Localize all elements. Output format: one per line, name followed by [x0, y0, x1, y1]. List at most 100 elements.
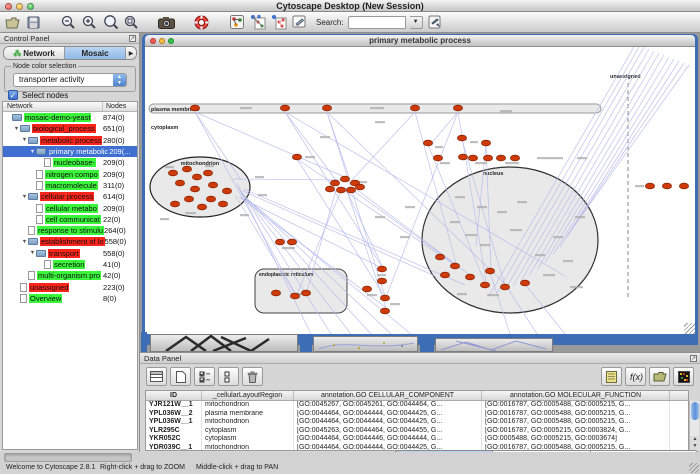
- background-window[interactable]: [150, 334, 298, 352]
- network-tree-row[interactable]: ▼biological_process651(0): [3, 123, 137, 134]
- network-node[interactable]: [190, 186, 199, 192]
- tree-expander-icon[interactable]: ▼: [13, 126, 20, 132]
- network-node[interactable]: [662, 183, 671, 189]
- network-node[interactable]: [336, 187, 345, 193]
- network-tree-row[interactable]: ▼cellular process614(0): [3, 191, 137, 202]
- select-nodes-checkbox[interactable]: ✓: [8, 90, 18, 100]
- network-node[interactable]: [362, 286, 371, 292]
- new-attribute-button[interactable]: [170, 367, 191, 386]
- table-row[interactable]: YPL036W__2plasma membrane[GO:0044464, GO…: [146, 410, 688, 419]
- network-node[interactable]: [440, 272, 449, 278]
- network-node[interactable]: [340, 176, 349, 182]
- network-view-titlebar[interactable]: primary metabolic process: [145, 35, 695, 47]
- tree-expander-icon[interactable]: ▼: [29, 250, 36, 256]
- import-attributes-button[interactable]: [649, 367, 670, 386]
- network-node[interactable]: [450, 263, 459, 269]
- vizmapper-button[interactable]: [228, 14, 245, 31]
- help-button[interactable]: [193, 14, 210, 31]
- network-node[interactable]: [290, 293, 299, 299]
- network-tree-row[interactable]: ▼primary metabolic209(...: [3, 146, 137, 157]
- background-window-edge[interactable]: [141, 332, 147, 352]
- network-node[interactable]: [325, 186, 334, 192]
- network-node[interactable]: [410, 105, 419, 111]
- table-row[interactable]: YKR052Ccytoplasm[GO:0044464, GO:0044446,…: [146, 435, 688, 444]
- new-network-selected-nodes-all-edges-button[interactable]: [249, 14, 266, 31]
- more-tabs-arrow[interactable]: ▶: [126, 47, 136, 59]
- float-panel-icon[interactable]: [690, 355, 697, 362]
- col-cellular-layout-region[interactable]: _cellularLayoutRegion: [202, 391, 294, 400]
- delete-attribute-button[interactable]: [242, 367, 263, 386]
- tab-network[interactable]: ⁂ Network: [4, 47, 65, 59]
- network-node[interactable]: [520, 280, 529, 286]
- network-tree-row[interactable]: secretion41(0): [3, 259, 137, 270]
- zoom-out-button[interactable]: [60, 14, 77, 31]
- background-window[interactable]: [435, 338, 553, 352]
- background-window[interactable]: [313, 336, 418, 352]
- network-node[interactable]: [496, 155, 505, 161]
- tree-expander-icon[interactable]: ▼: [21, 137, 28, 143]
- network-canvas[interactable]: plasma membranecytoplasmmitochondrionnuc…: [145, 47, 695, 334]
- background-window-edge[interactable]: [420, 338, 434, 352]
- col-go-molecular-function[interactable]: annotation.GO MOLECULAR_FUNCTION: [482, 391, 670, 400]
- network-node[interactable]: [182, 166, 191, 172]
- attribute-matrix-button[interactable]: [673, 367, 694, 386]
- search-configuration-button[interactable]: [427, 14, 444, 31]
- float-panel-icon[interactable]: [129, 35, 136, 42]
- network-node[interactable]: [280, 105, 289, 111]
- save-session-button[interactable]: [25, 14, 42, 31]
- unselect-attributes-button[interactable]: [218, 367, 239, 386]
- network-node[interactable]: [218, 201, 227, 207]
- network-node[interactable]: [197, 204, 206, 210]
- network-node[interactable]: [170, 201, 179, 207]
- open-session-button[interactable]: [4, 14, 21, 31]
- network-node[interactable]: [423, 140, 432, 146]
- network-node[interactable]: [192, 174, 201, 180]
- zoom-in-button[interactable]: [81, 14, 98, 31]
- network-node[interactable]: [287, 239, 296, 245]
- formula-builder-button[interactable]: f(x): [625, 367, 646, 386]
- search-input[interactable]: [348, 16, 406, 29]
- network-node[interactable]: [355, 184, 364, 190]
- network-node[interactable]: [465, 274, 474, 280]
- table-row[interactable]: YPL036W__1mitochondrion[GO:0044464, GO:0…: [146, 418, 688, 427]
- tree-col-nodes[interactable]: Nodes: [103, 102, 137, 111]
- network-tree-row[interactable]: nucleobase-209(0): [3, 157, 137, 168]
- network-tree-row[interactable]: ▼transport558(0): [3, 248, 137, 259]
- network-node[interactable]: [184, 196, 193, 202]
- network-node[interactable]: [168, 170, 177, 176]
- new-network-selected-nodes-selected-edges-button[interactable]: [270, 14, 287, 31]
- network-tree-row[interactable]: Overview8(0): [3, 293, 137, 304]
- network-node[interactable]: [206, 196, 215, 202]
- network-node[interactable]: [457, 135, 466, 141]
- network-node[interactable]: [510, 155, 519, 161]
- network-node[interactable]: [275, 239, 284, 245]
- network-tree-row[interactable]: cell communicat22(0): [3, 214, 137, 225]
- attribute-notes-button[interactable]: [601, 367, 622, 386]
- network-node[interactable]: [330, 180, 339, 186]
- network-node[interactable]: [377, 278, 386, 284]
- network-node[interactable]: [645, 183, 654, 189]
- tab-mosaic[interactable]: Mosaic: [65, 47, 126, 59]
- network-node[interactable]: [483, 155, 492, 161]
- network-node[interactable]: [435, 254, 444, 260]
- background-window-edge[interactable]: [300, 336, 312, 352]
- table-row[interactable]: YLR295Ccytoplasm[GO:0045263, GO:0044464,…: [146, 427, 688, 436]
- network-node[interactable]: [433, 155, 442, 161]
- network-node[interactable]: [458, 154, 467, 160]
- network-node[interactable]: [271, 290, 280, 296]
- frame-resize-grip[interactable]: [684, 323, 695, 334]
- network-node[interactable]: [322, 105, 331, 111]
- network-node[interactable]: [222, 188, 231, 194]
- table-scrollbar[interactable]: ▲▼: [689, 401, 699, 450]
- network-node[interactable]: [481, 140, 490, 146]
- network-node[interactable]: [175, 180, 184, 186]
- network-node[interactable]: [346, 187, 355, 193]
- network-tree-row[interactable]: macromolecule311(0): [3, 180, 137, 191]
- attribute-table-button[interactable]: [146, 367, 167, 386]
- network-tree-row[interactable]: response to stimulu264(0): [3, 225, 137, 236]
- tree-expander-icon[interactable]: ▼: [29, 149, 36, 155]
- node-color-attribute-select[interactable]: transporter activity ▲▼: [13, 73, 127, 87]
- network-node[interactable]: [377, 266, 386, 272]
- zoom-selected-button[interactable]: [123, 14, 140, 31]
- network-node[interactable]: [292, 154, 301, 160]
